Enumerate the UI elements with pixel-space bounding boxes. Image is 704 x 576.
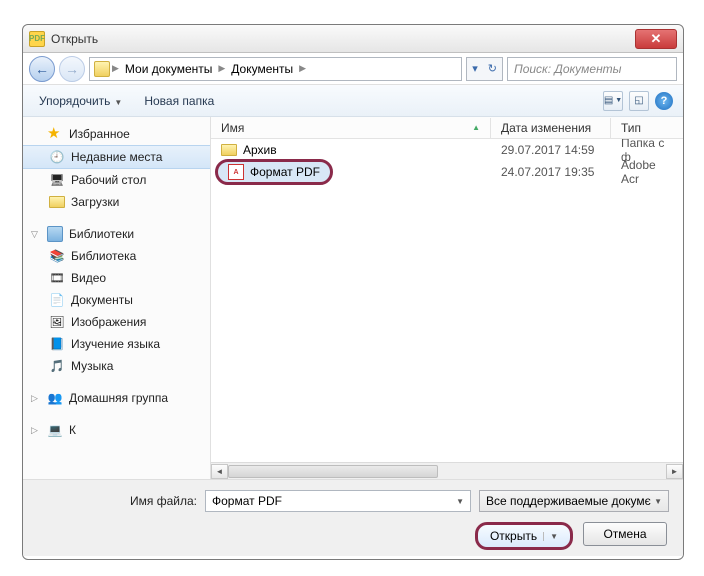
help-icon[interactable]: ? (655, 92, 673, 110)
column-date[interactable]: Дата изменения (491, 118, 611, 138)
file-type-filter[interactable]: Все поддерживаемые докумє▼ (479, 490, 669, 512)
nav-bar: ← → ▶ Мои документы ▶ Документы ▶ ▾↻ Пои… (23, 53, 683, 85)
recent-icon: 🕘 (49, 149, 65, 165)
refresh-icon[interactable]: ↻ (483, 62, 502, 75)
sidebar-item-downloads[interactable]: Загрузки (23, 191, 210, 213)
sidebar-item-library[interactable]: 📚Библиотека (23, 245, 210, 267)
filename-input[interactable]: Формат PDF▼ (205, 490, 471, 512)
sidebar-item-music[interactable]: 🎵Музыка (23, 355, 210, 377)
scroll-track[interactable] (228, 464, 666, 479)
breadcrumb-seg[interactable]: Документы (227, 60, 297, 78)
filename-label: Имя файла: (37, 494, 197, 508)
column-name[interactable]: Имя▲ (211, 118, 491, 138)
scroll-left-icon[interactable]: ◄ (211, 464, 228, 479)
column-type[interactable]: Тип (611, 118, 683, 138)
scroll-right-icon[interactable]: ► (666, 464, 683, 479)
sidebar-item-video[interactable]: 🎞Видео (23, 267, 210, 289)
images-icon: 🖼 (49, 314, 65, 330)
sidebar-item-images[interactable]: 🖼Изображения (23, 311, 210, 333)
toolbar: Упорядочить▼ Новая папка ▤ ▼ ◱ ? (23, 85, 683, 117)
music-icon: 🎵 (49, 358, 65, 374)
star-icon: ★ (47, 126, 63, 142)
expand-icon: ▷ (31, 425, 41, 436)
chevron-right-icon: ▶ (218, 63, 225, 74)
search-input[interactable]: Поиск: Документы (507, 57, 677, 81)
library-icon: 📚 (49, 248, 65, 264)
sort-asc-icon: ▲ (472, 123, 480, 132)
body: ★Избранное 🕘Недавние места 🖥Рабочий стол… (23, 117, 683, 479)
cancel-button[interactable]: Отмена (583, 522, 667, 546)
collapse-icon: ▽ (31, 229, 41, 240)
file-date: 24.07.2017 19:35 (491, 163, 611, 181)
organize-menu[interactable]: Упорядочить▼ (33, 91, 128, 111)
path-dropdown[interactable]: ▾↻ (466, 57, 503, 81)
file-name: Архив (243, 143, 277, 157)
pdf-icon: A (228, 164, 244, 180)
split-chevron-icon[interactable]: ▼ (543, 532, 558, 541)
computer-icon: 💻 (47, 422, 63, 438)
sidebar-favorites-head[interactable]: ★Избранное (23, 123, 210, 145)
sidebar-homegroup-head[interactable]: ▷👥Домашняя группа (23, 387, 210, 409)
preview-pane-button[interactable]: ◱ (629, 91, 649, 111)
breadcrumb-seg[interactable]: Мои документы (121, 60, 216, 78)
horizontal-scrollbar[interactable]: ◄ ► (211, 462, 683, 479)
video-icon: 🎞 (49, 270, 65, 286)
breadcrumb[interactable]: ▶ Мои документы ▶ Документы ▶ (89, 57, 462, 81)
sidebar-item-language[interactable]: 📘Изучение языка (23, 333, 210, 355)
chevron-down-icon: ▼ (114, 98, 122, 107)
titlebar[interactable]: PDF Открыть ✕ (23, 25, 683, 53)
view-options-button[interactable]: ▤ ▼ (603, 91, 623, 111)
folder-icon (94, 61, 110, 77)
chevron-down-icon: ▾ (467, 62, 483, 75)
sidebar-item-desktop[interactable]: 🖥Рабочий стол (23, 169, 210, 191)
file-name: Формат PDF (250, 165, 320, 179)
book-icon: 📘 (49, 336, 65, 352)
chevron-right-icon: ▶ (299, 63, 306, 74)
file-list: Имя▲ Дата изменения Тип Архив 29.07.2017… (211, 117, 683, 479)
window-title: Открыть (51, 32, 98, 46)
file-date: 29.07.2017 14:59 (491, 141, 611, 159)
open-dialog: PDF Открыть ✕ ← → ▶ Мои документы ▶ Доку… (22, 24, 684, 560)
open-button[interactable]: Открыть▼ (475, 522, 573, 550)
chevron-right-icon: ▶ (112, 63, 119, 74)
forward-button[interactable]: → (59, 56, 85, 82)
desktop-icon: 🖥 (49, 172, 65, 188)
new-folder-button[interactable]: Новая папка (138, 91, 220, 111)
back-button[interactable]: ← (29, 56, 55, 82)
file-type: Adobe Acr (611, 156, 683, 188)
chevron-down-icon[interactable]: ▼ (456, 497, 464, 506)
libraries-icon (47, 226, 63, 242)
close-button[interactable]: ✕ (635, 29, 677, 49)
homegroup-icon: 👥 (47, 390, 63, 406)
sidebar-item-documents[interactable]: 📄Документы (23, 289, 210, 311)
bottom-panel: Имя файла: Формат PDF▼ Все поддерживаемы… (23, 479, 683, 556)
sidebar-computer-head[interactable]: ▷💻К (23, 419, 210, 441)
folder-icon (221, 144, 237, 156)
chevron-down-icon[interactable]: ▼ (654, 497, 662, 506)
column-headers: Имя▲ Дата изменения Тип (211, 117, 683, 139)
selection-highlight: A Формат PDF (215, 159, 333, 185)
file-row-pdf[interactable]: A Формат PDF 24.07.2017 19:35 Adobe Acr (211, 161, 683, 183)
downloads-icon (49, 194, 65, 210)
sidebar-libraries-head[interactable]: ▽Библиотеки (23, 223, 210, 245)
sidebar: ★Избранное 🕘Недавние места 🖥Рабочий стол… (23, 117, 211, 479)
scroll-thumb[interactable] (228, 465, 438, 478)
documents-icon: 📄 (49, 292, 65, 308)
sidebar-item-recent[interactable]: 🕘Недавние места (23, 145, 210, 169)
app-icon: PDF (29, 31, 45, 47)
expand-icon: ▷ (31, 393, 41, 404)
